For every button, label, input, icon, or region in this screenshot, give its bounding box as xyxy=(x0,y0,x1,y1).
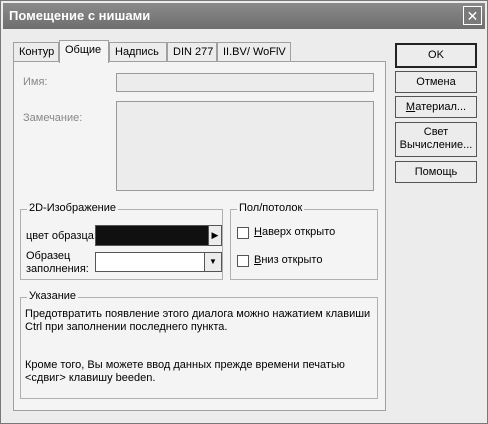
close-button[interactable]: ✕ xyxy=(463,6,482,25)
image2d-group-label: 2D-Изображение xyxy=(27,202,119,214)
floor-ceiling-group-label: Пол/потолок xyxy=(237,202,305,214)
arrow-right-icon: ▶ xyxy=(211,230,219,240)
fill-pattern-label-line1: Образец xyxy=(26,250,71,262)
hint-group-label: Указание xyxy=(27,290,79,302)
material-mnemonic: М xyxy=(405,101,416,113)
floor-ceiling-group: Пол/потолок Наверх открыто Вниз открыто xyxy=(230,202,378,280)
cancel-button[interactable]: Отмена xyxy=(395,71,477,93)
light-calculation-label-line1: Свет xyxy=(423,126,449,138)
color-picker-button[interactable]: ▶ xyxy=(208,225,222,246)
material-button-label: атериал... xyxy=(415,101,467,113)
tab-label: Надпись xyxy=(115,46,159,58)
top-open-label[interactable]: Наверх открыто xyxy=(254,226,335,238)
tab-nadpis[interactable]: Надпись xyxy=(109,42,167,61)
tab-panel-general: Имя: Замечание: 2D-Изображение цвет обра… xyxy=(13,61,386,411)
title-bar[interactable]: Помещение с нишами ✕ xyxy=(3,3,485,29)
pattern-color-label: цвет образца: xyxy=(26,230,97,242)
remark-label: Замечание: xyxy=(23,112,83,124)
bottom-open-label-rest: низ открыто xyxy=(261,254,323,266)
close-icon: ✕ xyxy=(466,8,479,24)
tab-label: Общие xyxy=(65,44,102,56)
hint-group: Указание Предотвратить появление этого д… xyxy=(20,290,378,399)
tab-label: II.BV/ WoFlV xyxy=(223,46,286,58)
light-calculation-button[interactable]: Свет Вычисление... xyxy=(395,122,477,157)
name-label: Имя: xyxy=(23,76,48,88)
top-open-mnemonic: Н xyxy=(254,226,262,238)
light-calculation-label-line2: Вычисление... xyxy=(399,139,473,151)
tab-label: Контур xyxy=(19,46,55,58)
hint-text-line4: <сдвиг> клавишу beeden. xyxy=(25,372,156,384)
cancel-button-label: Отмена xyxy=(416,76,456,88)
bottom-open-label[interactable]: Вниз открыто xyxy=(254,254,322,266)
remark-field[interactable] xyxy=(116,101,374,191)
pattern-color-swatch[interactable] xyxy=(95,225,210,246)
fill-pattern-label-line2: заполнения: xyxy=(26,263,89,275)
help-button-label: Помощь xyxy=(414,166,458,178)
tab-ii-bv-woflv[interactable]: II.BV/ WoFlV xyxy=(217,42,291,61)
image2d-group: 2D-Изображение цвет образца: ▶ Образец з… xyxy=(20,202,223,280)
bottom-open-checkbox[interactable] xyxy=(237,255,249,267)
window-title: Помещение с нишами xyxy=(9,8,151,23)
top-open-label-rest: аверх открыто xyxy=(261,226,336,238)
fill-pattern-select[interactable]: ▼ xyxy=(95,252,222,272)
name-field[interactable] xyxy=(116,73,374,92)
tab-label: DIN 277 xyxy=(173,46,214,58)
ok-button-label: OK xyxy=(428,49,444,61)
ok-button[interactable]: OK xyxy=(395,43,477,68)
hint-text-line3: Кроме того, Вы можете ввод данных прежде… xyxy=(25,359,345,371)
help-button[interactable]: Помощь xyxy=(395,161,477,183)
tab-kontur[interactable]: Контур xyxy=(13,42,59,61)
top-open-checkbox[interactable] xyxy=(237,227,249,239)
tab-obshie[interactable]: Общие xyxy=(59,40,109,63)
dialog-window: Помещение с нишами ✕ Контур Общие Надпис… xyxy=(0,0,488,424)
chevron-down-icon: ▼ xyxy=(209,257,217,266)
hint-text-line1: Предотвратить появление этого диалога мо… xyxy=(25,308,371,320)
tab-din277[interactable]: DIN 277 xyxy=(167,42,217,61)
fill-pattern-dropdown-button[interactable]: ▼ xyxy=(204,253,221,271)
material-button[interactable]: Материал... xyxy=(395,96,477,118)
hint-text-line2: Ctrl при заполнении последнего пункта. xyxy=(25,321,228,333)
